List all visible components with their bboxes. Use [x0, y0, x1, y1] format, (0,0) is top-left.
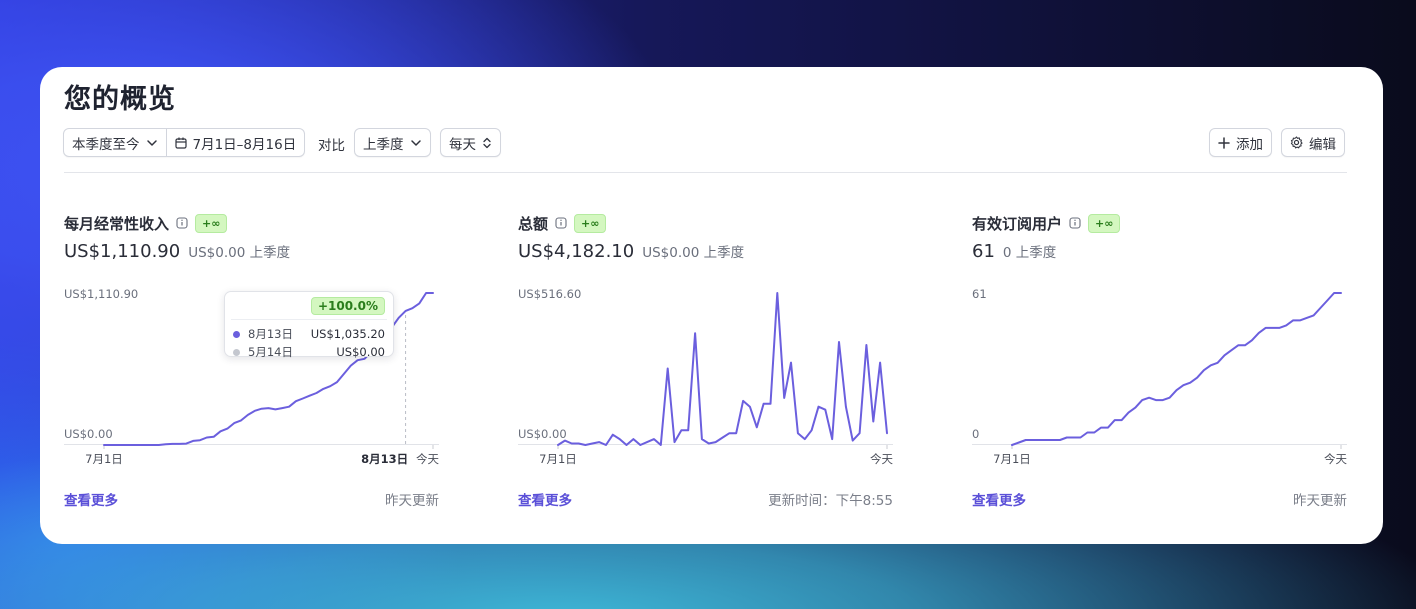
- info-icon[interactable]: [1069, 217, 1081, 229]
- value-row: 61 0 上季度: [972, 241, 1056, 262]
- y-max-label: US$1,110.90: [64, 287, 138, 301]
- info-icon[interactable]: [176, 217, 188, 229]
- tooltip-row-previous: 5月14日 US$0.00: [233, 344, 385, 360]
- x-end-label: 今天: [416, 452, 439, 466]
- panel-subscribers: 有效订阅用户 +∞ 61 0 上季度 61 0 7月1日 今天 查看更多 昨天更新: [972, 207, 1347, 517]
- panel-header: 总额 +∞: [518, 212, 607, 234]
- panel-mrr: 每月经常性收入 +∞ US$1,110.90 US$0.00 上季度 US$1,…: [64, 207, 439, 517]
- x-start-label: 7月1日: [85, 452, 123, 466]
- panel-header: 每月经常性收入 +∞: [64, 212, 228, 234]
- tooltip-row-current: 8月13日 US$1,035.20: [233, 326, 385, 342]
- y-max-label: US$516.60: [518, 287, 581, 301]
- view-more-link[interactable]: 查看更多: [972, 489, 1026, 509]
- view-more-link[interactable]: 查看更多: [518, 489, 572, 509]
- chart-tooltip: +100.0% 8月13日 US$1,035.20 5月14日 US$0.00: [224, 291, 394, 360]
- tooltip-date: 5月14日: [248, 345, 293, 359]
- series-line: [557, 292, 888, 446]
- range-preset-select[interactable]: 本季度至今: [63, 128, 167, 157]
- previous-period-dot: [233, 348, 240, 356]
- date-range-control: 本季度至今 7月1日–8月16日: [63, 128, 306, 157]
- tooltip-divider: [231, 319, 387, 320]
- value-row: US$4,182.10 US$0.00 上季度: [518, 241, 744, 262]
- gross-volume-chart[interactable]: US$516.60 US$0.00 7月1日 今天: [518, 285, 893, 485]
- gear-icon: [1290, 136, 1303, 149]
- panel-title: 每月经常性收入: [64, 214, 170, 233]
- tooltip-value: US$1,035.20: [310, 327, 385, 341]
- x-start-label: 7月1日: [993, 452, 1031, 466]
- compare-value: 上季度: [363, 136, 404, 153]
- chevron-down-icon: [146, 139, 157, 146]
- compare-value: 0 上季度: [1002, 245, 1057, 261]
- subscribers-chart[interactable]: 61 0 7月1日 今天: [972, 285, 1347, 485]
- panel-title: 有效订阅用户: [972, 214, 1063, 233]
- y-max-label: 61: [972, 287, 987, 301]
- panel-title: 总额: [518, 214, 549, 233]
- hover-date-label: 8月13日: [361, 452, 408, 466]
- y-min-label: US$0.00: [518, 427, 567, 441]
- tooltip-change-badge: +100.0%: [310, 297, 385, 315]
- metric-value: US$4,182.10: [518, 241, 635, 262]
- edit-button[interactable]: 编辑: [1281, 128, 1345, 157]
- interval-value: 每天: [449, 136, 476, 153]
- updated-text: 昨天更新: [1293, 493, 1347, 509]
- change-badge: +∞: [574, 213, 607, 233]
- change-badge: +∞: [1088, 213, 1121, 233]
- current-period-dot: [233, 330, 240, 338]
- interval-select[interactable]: 每天: [440, 128, 501, 157]
- compare-select[interactable]: 上季度: [354, 128, 431, 157]
- x-start-label: 7月1日: [539, 452, 577, 466]
- calendar-icon: [174, 137, 187, 149]
- value-row: US$1,110.90 US$0.00 上季度: [64, 241, 290, 262]
- series-line: [1011, 292, 1342, 446]
- y-min-label: 0: [972, 427, 979, 441]
- overview-card: 您的概览 本季度至今 7月1日–8月16日 对比 上季度 每天 添加 编辑 每月…: [40, 67, 1383, 544]
- add-label: 添加: [1236, 136, 1263, 153]
- range-preset-label: 本季度至今: [72, 136, 140, 153]
- page-title: 您的概览: [64, 84, 176, 115]
- updated-text: 更新时间：下午8:55: [768, 493, 893, 509]
- tooltip-date: 8月13日: [248, 327, 293, 341]
- chevron-down-icon: [410, 139, 421, 146]
- edit-label: 编辑: [1309, 136, 1336, 153]
- chevron-up-down-icon: [483, 137, 491, 148]
- toolbar-divider: [64, 172, 1347, 173]
- tooltip-value: US$0.00: [336, 345, 385, 359]
- panel-header: 有效订阅用户 +∞: [972, 212, 1121, 234]
- compare-value: US$0.00 上季度: [188, 245, 291, 261]
- info-icon[interactable]: [555, 217, 567, 229]
- x-end-label: 今天: [870, 452, 893, 466]
- view-more-link[interactable]: 查看更多: [64, 489, 118, 509]
- compare-label: 对比: [318, 138, 345, 154]
- compare-value: US$0.00 上季度: [642, 245, 745, 261]
- metric-value: 61: [972, 241, 995, 262]
- date-range-label: 7月1日–8月16日: [192, 136, 297, 153]
- panel-gross-volume: 总额 +∞ US$4,182.10 US$0.00 上季度 US$516.60 U…: [518, 207, 893, 517]
- change-badge: +∞: [195, 213, 228, 233]
- add-button[interactable]: 添加: [1209, 128, 1272, 157]
- x-end-label: 今天: [1324, 452, 1347, 466]
- plus-icon: [1218, 136, 1230, 149]
- y-min-label: US$0.00: [64, 427, 113, 441]
- metric-value: US$1,110.90: [64, 241, 181, 262]
- updated-text: 昨天更新: [385, 493, 439, 509]
- date-range-picker[interactable]: 7月1日–8月16日: [166, 128, 306, 157]
